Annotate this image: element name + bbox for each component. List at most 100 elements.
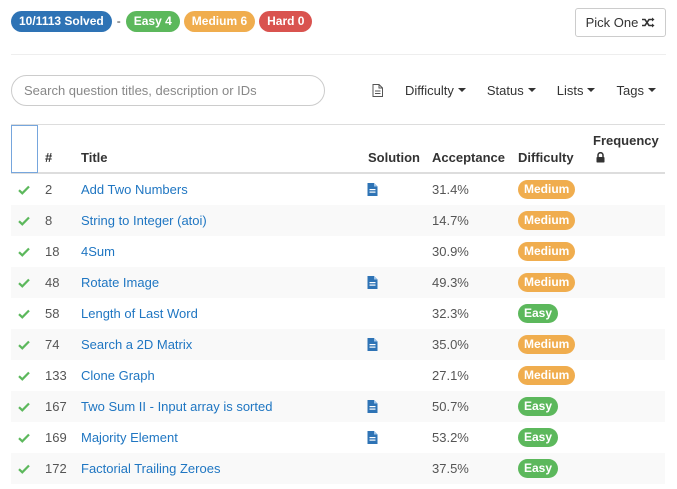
- pick-one-label: Pick One: [585, 15, 639, 30]
- solved-count-badge: 10/1113 Solved: [11, 10, 112, 32]
- solved-check-icon: [18, 267, 30, 298]
- table-row: 48 Rotate Image 49.3% Medium: [11, 267, 665, 298]
- table-body: 2 Add Two Numbers 31.4% Medium 8 String to In…: [11, 174, 665, 484]
- difficulty-badge: Medium: [518, 273, 576, 292]
- table-row: 74 Search a 2D Matrix 35.0% Medium: [11, 329, 665, 360]
- search-input[interactable]: [11, 75, 325, 106]
- table-row: 58 Length of Last Word 32.3% Easy: [11, 298, 665, 329]
- table-row: 18 4Sum 30.9% Medium: [11, 236, 665, 267]
- solved-check-icon: [18, 298, 30, 329]
- acceptance-rate: 14.7%: [432, 213, 469, 228]
- problem-id: 169: [45, 430, 67, 445]
- frequency-column-header[interactable]: Frequency: [593, 133, 659, 148]
- number-column-header[interactable]: #: [45, 150, 52, 165]
- filter-bar: Difficulty Status Lists Tags: [372, 80, 656, 100]
- progress-summary: 10/1113 Solved - Easy 4 Medium 6 Hard 0: [11, 10, 313, 32]
- problem-table: # Title Solution Acceptance Difficulty F…: [11, 124, 665, 484]
- stats-separator: -: [116, 14, 121, 28]
- problem-id: 48: [45, 275, 60, 290]
- solution-document-icon[interactable]: [367, 267, 378, 298]
- pick-one-button[interactable]: Pick One: [575, 8, 666, 37]
- problem-title-link[interactable]: Search a 2D Matrix: [81, 329, 192, 360]
- lock-icon: [596, 152, 605, 163]
- problem-title-link[interactable]: Add Two Numbers: [81, 174, 188, 205]
- acceptance-rate: 35.0%: [432, 337, 469, 352]
- problem-title-link[interactable]: Rotate Image: [81, 267, 159, 298]
- easy-count-badge: Easy 4: [125, 10, 180, 32]
- difficulty-badge: Easy: [518, 304, 559, 323]
- difficulty-badge: Easy: [518, 428, 559, 447]
- solution-filter-toggle[interactable]: [372, 83, 384, 97]
- select-column-header[interactable]: [11, 125, 38, 173]
- solution-document-icon[interactable]: [367, 329, 378, 360]
- difficulty-badge: Easy: [518, 459, 559, 478]
- caret-down-icon: [527, 88, 536, 92]
- table-row: 133 Clone Graph 27.1% Medium: [11, 360, 665, 391]
- table-row: 172 Factorial Trailing Zeroes 37.5% Easy: [11, 453, 665, 484]
- problem-id: 74: [45, 337, 60, 352]
- shuffle-icon: [642, 17, 655, 28]
- table-row: 8 String to Integer (atoi) 14.7% Medium: [11, 205, 665, 236]
- problem-id: 133: [45, 368, 67, 383]
- solved-check-icon: [18, 236, 30, 267]
- difficulty-badge: Medium: [518, 242, 576, 261]
- solution-column-header[interactable]: Solution: [368, 150, 420, 165]
- problem-title-link[interactable]: Factorial Trailing Zeroes: [81, 453, 220, 484]
- solution-document-icon[interactable]: [367, 422, 378, 453]
- problem-title-link[interactable]: Length of Last Word: [81, 298, 198, 329]
- caret-down-icon: [647, 88, 656, 92]
- tags-filter-dropdown[interactable]: Tags: [616, 82, 656, 98]
- difficulty-badge: Easy: [518, 397, 559, 416]
- document-icon: [372, 83, 383, 97]
- problem-title-link[interactable]: 4Sum: [81, 236, 115, 267]
- difficulty-badge: Medium: [518, 366, 576, 385]
- problem-id: 167: [45, 399, 67, 414]
- difficulty-badge: Medium: [518, 211, 576, 230]
- acceptance-rate: 31.4%: [432, 182, 469, 197]
- acceptance-rate: 53.2%: [432, 430, 469, 445]
- solved-check-icon: [18, 360, 30, 391]
- difficulty-column-header[interactable]: Difficulty: [518, 150, 574, 165]
- acceptance-rate: 49.3%: [432, 275, 469, 290]
- lists-filter-label: Lists: [556, 82, 584, 98]
- acceptance-rate: 37.5%: [432, 461, 469, 476]
- acceptance-column-header[interactable]: Acceptance: [432, 150, 505, 165]
- acceptance-rate: 50.7%: [432, 399, 469, 414]
- caret-down-icon: [587, 88, 596, 92]
- acceptance-rate: 27.1%: [432, 368, 469, 383]
- difficulty-filter-label: Difficulty: [405, 82, 454, 98]
- problem-id: 172: [45, 461, 67, 476]
- solved-check-icon: [18, 329, 30, 360]
- problem-title-link[interactable]: String to Integer (atoi): [81, 205, 207, 236]
- problem-id: 58: [45, 306, 60, 321]
- solved-check-icon: [18, 453, 30, 484]
- title-column-header[interactable]: Title: [81, 150, 108, 165]
- status-filter-dropdown[interactable]: Status: [487, 83, 536, 98]
- solved-check-icon: [18, 205, 30, 236]
- solved-check-icon: [18, 422, 30, 453]
- problem-id: 8: [45, 213, 53, 228]
- hard-count-badge: Hard 0: [259, 10, 313, 32]
- solution-document-icon[interactable]: [367, 174, 378, 205]
- table-row: 167 Two Sum II - Input array is sorted 50.…: [11, 391, 665, 422]
- difficulty-badge: Medium: [518, 180, 576, 199]
- table-row: 2 Add Two Numbers 31.4% Medium: [11, 174, 665, 205]
- difficulty-badge: Medium: [518, 335, 576, 354]
- acceptance-rate: 30.9%: [432, 244, 469, 259]
- problem-id: 2: [45, 182, 53, 197]
- solution-document-icon[interactable]: [367, 391, 378, 422]
- problem-title-link[interactable]: Two Sum II - Input array is sorted: [81, 391, 272, 422]
- acceptance-rate: 32.3%: [432, 306, 469, 321]
- lists-filter-dropdown[interactable]: Lists: [557, 83, 596, 98]
- caret-down-icon: [457, 88, 466, 92]
- table-row: 169 Majority Element 53.2% Easy: [11, 422, 665, 453]
- header-divider: [11, 54, 666, 55]
- status-filter-label: Status: [486, 82, 524, 98]
- problem-title-link[interactable]: Majority Element: [81, 422, 178, 453]
- table-header: # Title Solution Acceptance Difficulty F…: [11, 125, 665, 174]
- problem-title-link[interactable]: Clone Graph: [81, 360, 155, 391]
- medium-count-badge: Medium 6: [183, 10, 256, 32]
- solved-check-icon: [18, 391, 30, 422]
- tags-filter-label: Tags: [616, 82, 644, 98]
- difficulty-filter-dropdown[interactable]: Difficulty: [405, 83, 466, 98]
